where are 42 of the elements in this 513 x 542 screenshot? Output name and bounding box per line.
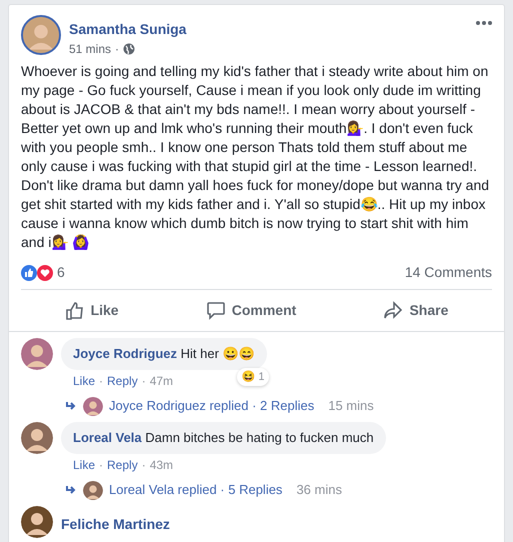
globe-icon xyxy=(123,43,136,55)
comment-link[interactable]: Reply xyxy=(107,374,138,388)
replies-link[interactable]: Joyce Rodriguez replied · 2 Replies xyxy=(109,396,314,416)
separator: · xyxy=(115,41,120,58)
comment-button[interactable]: Comment xyxy=(194,294,308,327)
post-text: Whoever is going and telling my kid's father that i steady write about him on my page - Go fuck yourself, Cause i mean if you look only dude im writting about is JACOB & that ain't my bds name!!. I mean worry about yourself - Better yet own up and lmk who's running their mouth💁‍♀. I don't even fuck with you people smh.. I know one person Thats told them stuff about me only cause i was fucking with that stupid girl at the time - Lesson learned!. Don't like drama but damn yall hoes fuck for money/dope but wanna try and get shit started with my kids father and i. Y'all so stupid😂.. Hit up my inbox cause i wanna know which dumb bitch is now trying to start shit with him and i💁‍♀ 🙆‍♀ xyxy=(21,62,490,252)
share-icon xyxy=(383,300,404,320)
avatar[interactable] xyxy=(21,422,53,454)
comment-time: 47m xyxy=(150,374,174,388)
avatar[interactable] xyxy=(21,506,53,538)
avatar[interactable] xyxy=(21,15,61,55)
avatar[interactable] xyxy=(83,480,103,500)
comment-link[interactable]: Reply xyxy=(107,458,138,472)
reply-time: 36 mins xyxy=(296,481,342,500)
separator: · xyxy=(99,374,104,388)
like-button[interactable]: Like xyxy=(52,294,131,327)
separator: · xyxy=(142,374,146,388)
like-icon xyxy=(64,300,85,320)
more-icon[interactable] xyxy=(476,21,492,25)
share-button[interactable]: Share xyxy=(371,294,460,327)
reaction-count[interactable]: 6 xyxy=(57,262,65,283)
replies-link[interactable]: Loreal Vela replied · 5 Replies xyxy=(109,480,282,500)
like-reaction-icon xyxy=(21,264,37,280)
avatar[interactable] xyxy=(83,396,103,416)
commenter-name[interactable]: Feliche Martinez xyxy=(61,514,170,535)
comment-time: 43m xyxy=(150,458,174,472)
separator: · xyxy=(99,458,104,472)
comment-link[interactable]: Like xyxy=(73,374,96,388)
reply-arrow-icon xyxy=(65,401,77,411)
comment-link[interactable]: Like xyxy=(73,458,96,472)
separator: · xyxy=(142,458,146,472)
comments-count[interactable]: 14 Comments xyxy=(404,262,492,283)
reply-time: 15 mins xyxy=(328,397,374,416)
heart-reaction-icon xyxy=(37,264,53,280)
reply-arrow-icon xyxy=(65,485,77,495)
reaction-badge[interactable]: 😆 1 xyxy=(237,368,269,386)
comment-text: Loreal Vela Damn bitches be hating to fucken much xyxy=(73,430,374,445)
comment-icon xyxy=(206,300,226,320)
post-time[interactable]: 51 mins xyxy=(69,40,112,58)
comment-text: Joyce Rodriguez Hit her 😀😄 xyxy=(73,346,255,361)
avatar[interactable] xyxy=(21,338,53,370)
author-name[interactable]: Samantha Suniga xyxy=(69,19,468,40)
